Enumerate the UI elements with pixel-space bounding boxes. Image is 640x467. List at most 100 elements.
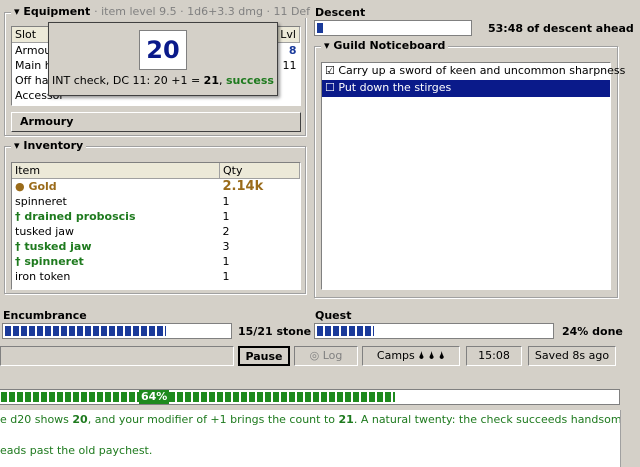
column-header-qty[interactable]: Qty [219,163,300,179]
check-result: success [225,74,274,87]
table-row[interactable]: spinneret 1 [12,194,300,209]
log-panel[interactable]: e d20 shows 20, and your modifier of +1 … [0,410,640,467]
item-name: spinneret [24,255,84,268]
unchecked-box-icon[interactable]: ☐ [325,81,335,94]
quest-progress-bar [314,323,554,339]
dice-roll-box: 20 [139,30,187,70]
collapse-icon[interactable]: ▾ [14,139,20,152]
item-cell: ● Gold [12,179,220,195]
log-label: Log [322,349,343,362]
quest-title: Quest [315,309,352,322]
collapse-icon[interactable]: ▾ [324,39,330,52]
item-name: drained proboscis [24,210,136,223]
qty-cell: 2 [222,225,230,238]
noticeboard-list[interactable]: ☑ Carry up a sword of keen and uncommon … [321,62,625,290]
xp-fill [1,392,395,402]
inventory-legend: ▾ Inventory [11,139,87,152]
camps-indicator: Camps 🌢 🌢 🌢 [362,346,460,366]
encumbrance-text: 15/21 stone [238,325,312,338]
quest-item[interactable]: ☑ Carry up a sword of keen and uncommon … [322,63,625,80]
noticeboard-group: ▾ Guild Noticeboard ☑ Carry up a sword o… [314,39,625,298]
encumbrance-bar [2,323,232,339]
check-text: INT check, DC 11: 20 +1 = [52,74,204,87]
noticeboard-legend: ▾ Guild Noticeboard [321,39,449,52]
item-name: Gold [28,180,57,193]
column-header-item[interactable]: Item [12,163,220,179]
pause-button[interactable]: Pause [238,346,290,366]
encumbrance-title: Encumbrance [3,309,87,322]
lvl-cell [277,73,300,88]
item-name: tusked jaw [24,240,92,253]
gold-coin-icon: ● [15,180,25,193]
descent-text: 53:48 of descent ahead [488,22,634,35]
noticeboard-title: Guild Noticeboard [333,39,446,52]
encumbrance-fill [5,326,166,336]
dagger-icon: † [15,255,21,268]
save-status: Saved 8s ago [528,346,616,366]
scrollbar[interactable] [620,410,640,467]
dagger-icon: † [15,210,21,223]
status-blank [0,346,234,366]
log-button[interactable]: ◎ Log [294,346,358,366]
qty-cell: 3 [222,240,230,253]
dagger-icon: † [15,240,21,253]
collapse-icon[interactable]: ▾ [14,5,20,18]
item-cell: † drained proboscis [12,209,220,224]
qty-cell: 1 [222,255,230,268]
item-name: spinneret [15,195,67,208]
lvl-cell: 11 [282,58,297,72]
camps-label: Camps [376,349,415,362]
qty-cell: 1 [222,195,230,208]
log-line: eads past the old paychest. [0,444,153,457]
descent-title: Descent [315,6,366,19]
xp-label: 64% [139,390,170,404]
qty-cell: 1 [222,210,230,223]
item-cell: † spinneret [12,254,220,269]
lvl-cell: 8 [288,43,297,57]
table-row[interactable]: iron token 1 [12,269,300,284]
item-cell: † tusked jaw [12,239,220,254]
log-text: , and your modifier of +1 brings the cou… [87,413,339,426]
log-text: 21 [338,413,354,426]
dice-popup: 20 INT check, DC 11: 20 +1 = 21, success [48,22,278,96]
clock: 15:08 [466,346,522,366]
item-name: iron token [15,270,71,283]
quest-text: 24% done [562,325,623,338]
item-cell: iron token [12,269,220,284]
table-row[interactable]: † spinneret 1 [12,254,300,269]
descent-progress-fill [317,23,325,33]
equipment-legend: ▾ Equipment · item level 9.5 · 1d6+3.3 d… [11,5,314,18]
xp-bar: 64% [0,389,620,405]
qty-cell: 1 [222,270,230,283]
quest-item-selected[interactable]: ☐ Put down the stirges [322,80,610,97]
descent-progress-bar [314,20,472,36]
table-row[interactable]: † tusked jaw 3 [12,239,300,254]
check-total: 21 [203,74,219,87]
quest-item-text: Put down the stirges [338,81,452,94]
quest-progress-fill [317,326,374,336]
equipment-title: Equipment [23,5,91,18]
item-name: tusked jaw [15,225,75,238]
armoury-button[interactable]: Armoury [11,112,301,132]
flame-icon: 🌢 🌢 🌢 [418,349,446,362]
dice-result-text: INT check, DC 11: 20 +1 = 21, success [49,74,277,87]
log-icon: ◎ [309,349,320,362]
checked-box-icon[interactable]: ☑ [325,64,335,77]
item-cell: tusked jaw [12,224,220,239]
table-row[interactable]: tusked jaw 2 [12,224,300,239]
log-text: . A natural twenty: the check succeeds h… [353,413,640,426]
log-text: 20 [72,413,88,426]
lvl-cell [277,88,300,103]
inventory-title: Inventory [23,139,84,152]
log-text: e d20 shows [0,413,73,426]
inventory-table[interactable]: Item Qty ● Gold 2.14k spinneret 1 † drai… [11,162,301,290]
qty-cell: 2.14k [222,179,264,194]
table-row[interactable]: ● Gold 2.14k [12,179,300,195]
column-header-lvl[interactable]: Lvl [276,27,300,43]
inventory-group: ▾ Inventory Item Qty ● Gold 2.14k spinne… [4,139,306,294]
log-line: e d20 shows 20, and your modifier of +1 … [0,413,640,426]
quest-item-text: Carry up a sword of keen and uncommon sh… [338,64,626,77]
item-cell: spinneret [12,194,220,209]
equipment-subtitle: · item level 9.5 · 1d6+3.3 dmg · 11 Def [94,5,311,18]
table-row[interactable]: † drained proboscis 1 [12,209,300,224]
